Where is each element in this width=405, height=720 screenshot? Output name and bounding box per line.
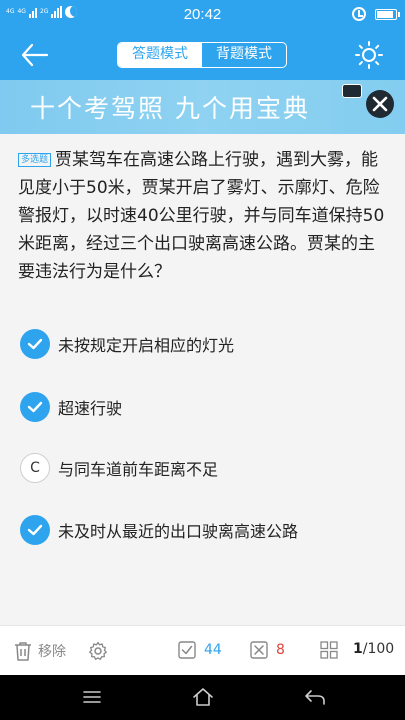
question-text: 贾某驾车在高速公路上行驶，遇到大雾，能见度小于50米，贾某开启了雾灯、示廓灯、危… bbox=[18, 150, 385, 282]
option-d-text: 未及时从最近的出口驶离高速公路 bbox=[58, 522, 299, 541]
wrong-count-value: 8 bbox=[276, 642, 285, 658]
check-icon bbox=[20, 392, 50, 422]
brightness-icon bbox=[355, 41, 383, 69]
wrong-box-icon bbox=[250, 641, 268, 659]
back-nav-button[interactable] bbox=[304, 687, 326, 711]
bottom-toolbar: 移除 44 8 1/100 bbox=[0, 625, 405, 675]
correct-count[interactable]: 44 bbox=[178, 641, 222, 659]
status-bar: 4G 4G 2G 20:42 bbox=[0, 0, 405, 30]
wrong-count[interactable]: 8 bbox=[250, 641, 285, 659]
option-c[interactable]: C 与同车道前车距离不足 bbox=[20, 452, 218, 484]
question-grid-button[interactable] bbox=[320, 641, 338, 659]
settings-button[interactable] bbox=[88, 641, 108, 661]
menu-button[interactable] bbox=[82, 687, 102, 711]
check-icon bbox=[20, 515, 50, 545]
battery-icon bbox=[375, 9, 400, 20]
question: 多选题 贾某驾车在高速公路上行驶，遇到大雾，能见度小于50米，贾某开启了雾灯、示廓… bbox=[18, 146, 390, 286]
correct-count-value: 44 bbox=[204, 642, 222, 658]
home-icon bbox=[193, 688, 213, 706]
alarm-icon bbox=[352, 7, 366, 21]
option-a[interactable]: 未按规定开启相应的灯光 bbox=[20, 328, 234, 360]
option-c-letter: C bbox=[20, 453, 50, 483]
remove-button[interactable]: 移除 bbox=[14, 641, 66, 661]
option-d[interactable]: 未及时从最近的出口驶离高速公路 bbox=[20, 514, 298, 546]
question-type-badge: 多选题 bbox=[18, 153, 52, 167]
gear-icon bbox=[89, 641, 107, 660]
banner-close-button[interactable] bbox=[366, 90, 394, 118]
check-icon bbox=[20, 329, 50, 359]
question-area: 多选题 贾某驾车在高速公路上行驶，遇到大雾，能见度小于50米，贾某开启了雾灯、示廓… bbox=[0, 134, 405, 625]
remove-label: 移除 bbox=[38, 644, 66, 660]
clock: 20:42 bbox=[183, 6, 222, 23]
grid-icon bbox=[320, 641, 338, 659]
option-c-text: 与同车道前车距离不足 bbox=[58, 460, 219, 479]
menu-icon bbox=[83, 691, 101, 703]
page-current: 1 bbox=[353, 641, 363, 657]
app-header: 答题模式 背题模式 bbox=[0, 30, 405, 80]
banner-logo bbox=[342, 84, 362, 98]
tab-study-mode[interactable]: 背题模式 bbox=[202, 43, 286, 67]
home-button[interactable] bbox=[192, 687, 214, 711]
back-icon bbox=[305, 690, 325, 705]
close-icon bbox=[372, 96, 388, 112]
back-button[interactable] bbox=[20, 42, 50, 68]
correct-box-icon bbox=[178, 641, 196, 659]
theme-button[interactable] bbox=[354, 40, 384, 70]
page-total: /100 bbox=[362, 641, 395, 657]
back-arrow-icon bbox=[21, 43, 49, 67]
option-b-text: 超速行驶 bbox=[58, 399, 123, 418]
tab-answer-mode[interactable]: 答题模式 bbox=[118, 43, 202, 67]
banner-text: 十个考驾照 九个用宝典 bbox=[30, 94, 310, 123]
trash-icon bbox=[15, 642, 31, 661]
option-b[interactable]: 超速行驶 bbox=[20, 391, 122, 423]
option-a-text: 未按规定开启相应的灯光 bbox=[58, 336, 235, 355]
page-indicator[interactable]: 1/100 bbox=[353, 641, 394, 657]
mode-switch: 答题模式 背题模式 bbox=[117, 42, 287, 68]
system-nav-bar bbox=[0, 675, 405, 720]
